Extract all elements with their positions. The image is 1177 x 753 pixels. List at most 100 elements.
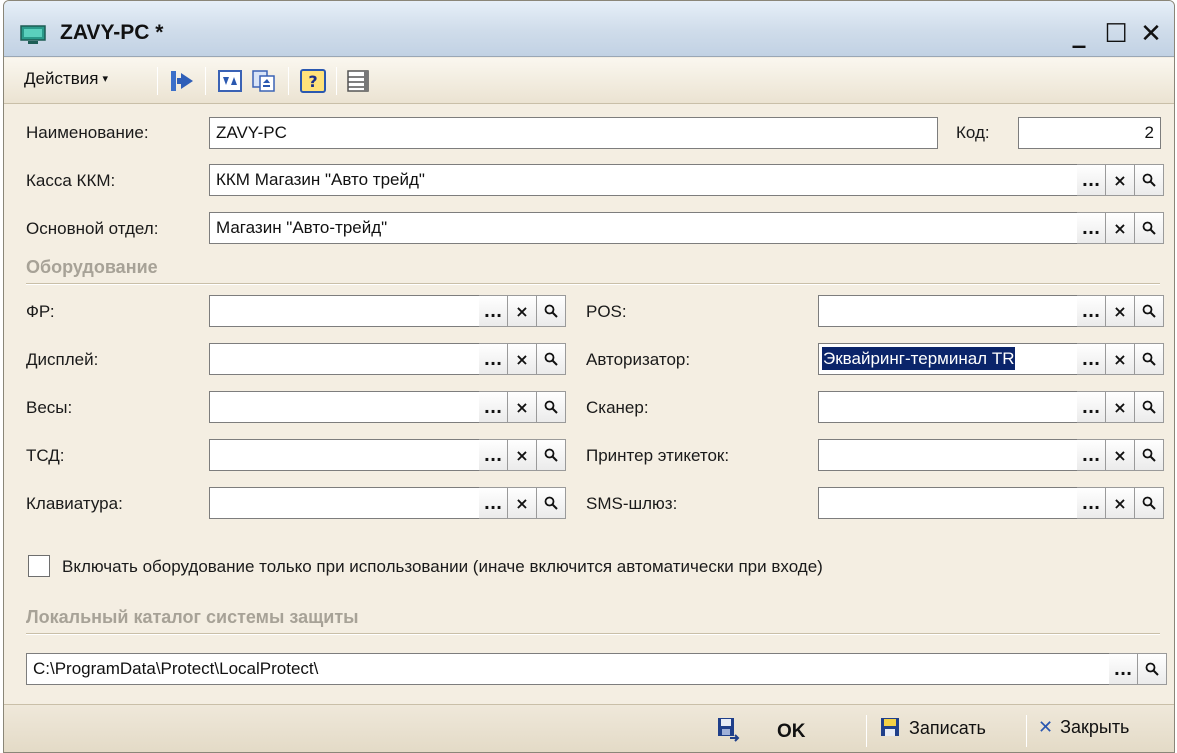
ok-button[interactable]: OK (716, 717, 806, 743)
open-button[interactable] (537, 391, 566, 423)
protection-path-field[interactable]: C:\ProgramData\Protect\LocalProtect\ (26, 653, 1110, 685)
footer-separator (866, 715, 867, 747)
equipment-field[interactable] (818, 295, 1078, 327)
save-label: Записать (909, 718, 986, 738)
select-button[interactable]: ... (1077, 439, 1106, 471)
toolbar-separator (288, 67, 289, 95)
copy-document-icon[interactable] (251, 69, 277, 93)
select-button[interactable]: ... (1109, 653, 1138, 685)
select-button[interactable]: ... (479, 343, 508, 375)
open-button[interactable] (537, 295, 566, 327)
equipment-field[interactable] (209, 487, 480, 519)
magnifier-icon (544, 400, 558, 414)
title-bar[interactable]: ZAVY-PC * _ ☐ ✕ (4, 1, 1174, 57)
select-button[interactable]: ... (1077, 212, 1106, 244)
magnifier-icon (544, 448, 558, 462)
ok-label: OK (777, 721, 806, 742)
clear-button[interactable]: × (508, 439, 537, 471)
select-button[interactable]: ... (1077, 295, 1106, 327)
equipment-field[interactable] (818, 391, 1078, 423)
clear-button[interactable]: × (508, 343, 537, 375)
save-button[interactable]: Записать (880, 717, 986, 739)
equipment-field[interactable] (209, 439, 480, 471)
select-button[interactable]: ... (1077, 487, 1106, 519)
magnifier-icon (544, 304, 558, 318)
close-label: Закрыть (1060, 717, 1130, 737)
clear-button[interactable]: × (1106, 439, 1135, 471)
equipment-field[interactable] (209, 391, 480, 423)
close-button[interactable]: ✕ Закрыть (1038, 717, 1129, 738)
open-button[interactable] (1135, 439, 1164, 471)
equipment-field[interactable] (818, 439, 1078, 471)
computer-icon (20, 25, 46, 44)
equipment-field-buttons: ... × (1077, 295, 1164, 327)
svg-text:?: ? (308, 72, 317, 91)
list-view-icon[interactable] (346, 69, 372, 93)
go-back-icon[interactable] (169, 69, 195, 93)
code-field[interactable]: 2 (1018, 117, 1161, 149)
kkm-field[interactable]: ККМ Магазин "Авто трейд" (209, 164, 1078, 196)
close-window-button[interactable]: ✕ (1136, 17, 1166, 51)
select-button[interactable]: ... (479, 295, 508, 327)
equipment-field[interactable] (209, 343, 480, 375)
select-button[interactable]: ... (479, 439, 508, 471)
close-icon: ✕ (1038, 717, 1054, 738)
toolbar-separator (157, 67, 158, 95)
open-button[interactable] (1135, 343, 1164, 375)
protection-path-buttons: ... (1109, 653, 1167, 685)
select-button[interactable]: ... (479, 391, 508, 423)
footer-bar: OK Записать ✕ Закрыть (4, 704, 1174, 752)
clear-button[interactable]: × (1106, 164, 1135, 196)
open-button[interactable] (1135, 295, 1164, 327)
equipment-field-buttons: ... × (479, 343, 566, 375)
open-button[interactable] (537, 343, 566, 375)
open-button[interactable] (537, 487, 566, 519)
open-button[interactable] (1135, 212, 1164, 244)
open-button[interactable] (1135, 164, 1164, 196)
select-button[interactable]: ... (1077, 343, 1106, 375)
equipment-section-title: Оборудование (26, 257, 158, 277)
equipment-field[interactable] (818, 487, 1078, 519)
equipment-label: Сканер: (586, 398, 649, 417)
dialog-window: ZAVY-PC * _ ☐ ✕ Действия ▾ ? Наименовани… (3, 0, 1175, 753)
actions-menu-button[interactable]: Действия ▾ (24, 69, 108, 89)
select-button[interactable]: ... (1077, 391, 1106, 423)
help-icon[interactable]: ? (300, 69, 326, 93)
open-button[interactable] (1135, 487, 1164, 519)
clear-button[interactable]: × (1106, 295, 1135, 327)
equipment-label: ФР: (26, 302, 55, 321)
equipment-on-demand-checkbox[interactable] (28, 555, 50, 577)
equipment-field[interactable] (209, 295, 480, 327)
floppy-disk-icon (881, 718, 899, 736)
open-button[interactable] (1138, 653, 1167, 685)
toolbar: Действия ▾ ? (4, 58, 1174, 104)
maximize-button[interactable]: ☐ (1101, 17, 1131, 51)
minimize-button[interactable]: _ (1064, 17, 1094, 51)
open-button[interactable] (1135, 391, 1164, 423)
clear-button[interactable]: × (1106, 212, 1135, 244)
clear-button[interactable]: × (1106, 343, 1135, 375)
clear-button[interactable]: × (508, 391, 537, 423)
clear-button[interactable]: × (1106, 391, 1135, 423)
clear-button[interactable]: × (508, 487, 537, 519)
name-field[interactable]: ZAVY-PC (209, 117, 938, 149)
select-button[interactable]: ... (1077, 164, 1106, 196)
actions-menu-label: Действия (24, 69, 99, 88)
department-field[interactable]: Магазин "Авто-трейд" (209, 212, 1078, 244)
select-button[interactable]: ... (479, 487, 508, 519)
magnifier-icon (544, 496, 558, 510)
magnifier-icon (1145, 662, 1159, 676)
structure-icon[interactable] (217, 69, 243, 93)
department-field-buttons: ... × (1077, 212, 1164, 244)
clear-button[interactable]: × (1106, 487, 1135, 519)
kkm-field-buttons: ... × (1077, 164, 1164, 196)
clear-button[interactable]: × (508, 295, 537, 327)
equipment-field-buttons: ... × (1077, 487, 1164, 519)
equipment-label: SMS-шлюз: (586, 494, 678, 513)
equipment-field-buttons: ... × (1077, 391, 1164, 423)
equipment-label: ТСД: (26, 446, 65, 465)
open-button[interactable] (537, 439, 566, 471)
equipment-field[interactable]: Эквайринг-терминал TR (818, 343, 1078, 375)
equipment-label: Весы: (26, 398, 73, 417)
equipment-label: Принтер этикеток: (586, 446, 730, 465)
